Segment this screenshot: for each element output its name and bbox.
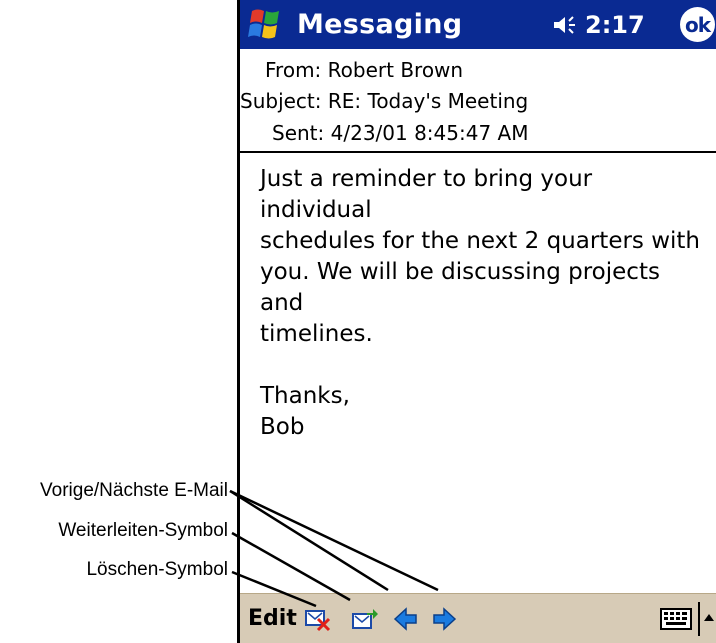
from-label: From: bbox=[265, 58, 322, 82]
windows-start-icon[interactable] bbox=[246, 5, 286, 45]
command-bar: Edit bbox=[240, 593, 716, 643]
sent-label: Sent: bbox=[272, 121, 325, 145]
subject-label: Subject: bbox=[240, 89, 322, 113]
title-bar: Messaging 2:17 ok bbox=[240, 0, 716, 49]
toolbar-divider bbox=[698, 602, 700, 636]
ok-button[interactable]: ok bbox=[680, 7, 715, 42]
next-icon[interactable] bbox=[430, 605, 458, 633]
from-value: Robert Brown bbox=[327, 58, 464, 82]
message-header: From: Robert Brown Subject: RE: Today's … bbox=[240, 49, 716, 151]
callout-forward: Weiterleiten-Symbol bbox=[58, 520, 228, 541]
clock[interactable]: 2:17 bbox=[585, 11, 645, 39]
previous-icon[interactable] bbox=[392, 605, 420, 633]
volume-icon[interactable] bbox=[552, 14, 582, 36]
forward-icon[interactable] bbox=[351, 605, 379, 633]
from-row: From: Robert Brown bbox=[265, 58, 463, 82]
delete-icon[interactable] bbox=[304, 605, 332, 633]
subject-row: Subject: RE: Today's Meeting bbox=[240, 89, 528, 113]
callout-delete: Löschen-Symbol bbox=[86, 559, 228, 580]
sent-row: Sent: 4/23/01 8:45:47 AM bbox=[272, 121, 528, 145]
device-screen: Messaging 2:17 ok From: Robert Brown Sub… bbox=[237, 0, 716, 643]
keyboard-icon[interactable] bbox=[660, 608, 692, 630]
app-title: Messaging bbox=[297, 9, 463, 40]
callout-prev-next: Vorige/Nächste E-Mail bbox=[40, 480, 228, 501]
message-body[interactable]: Just a reminder to bring your individual… bbox=[260, 164, 710, 443]
edit-menu[interactable]: Edit bbox=[248, 606, 297, 631]
arrow-up-icon[interactable] bbox=[703, 612, 715, 622]
header-divider bbox=[240, 151, 716, 153]
sent-value: 4/23/01 8:45:47 AM bbox=[330, 121, 529, 145]
subject-value: RE: Today's Meeting bbox=[327, 89, 529, 113]
